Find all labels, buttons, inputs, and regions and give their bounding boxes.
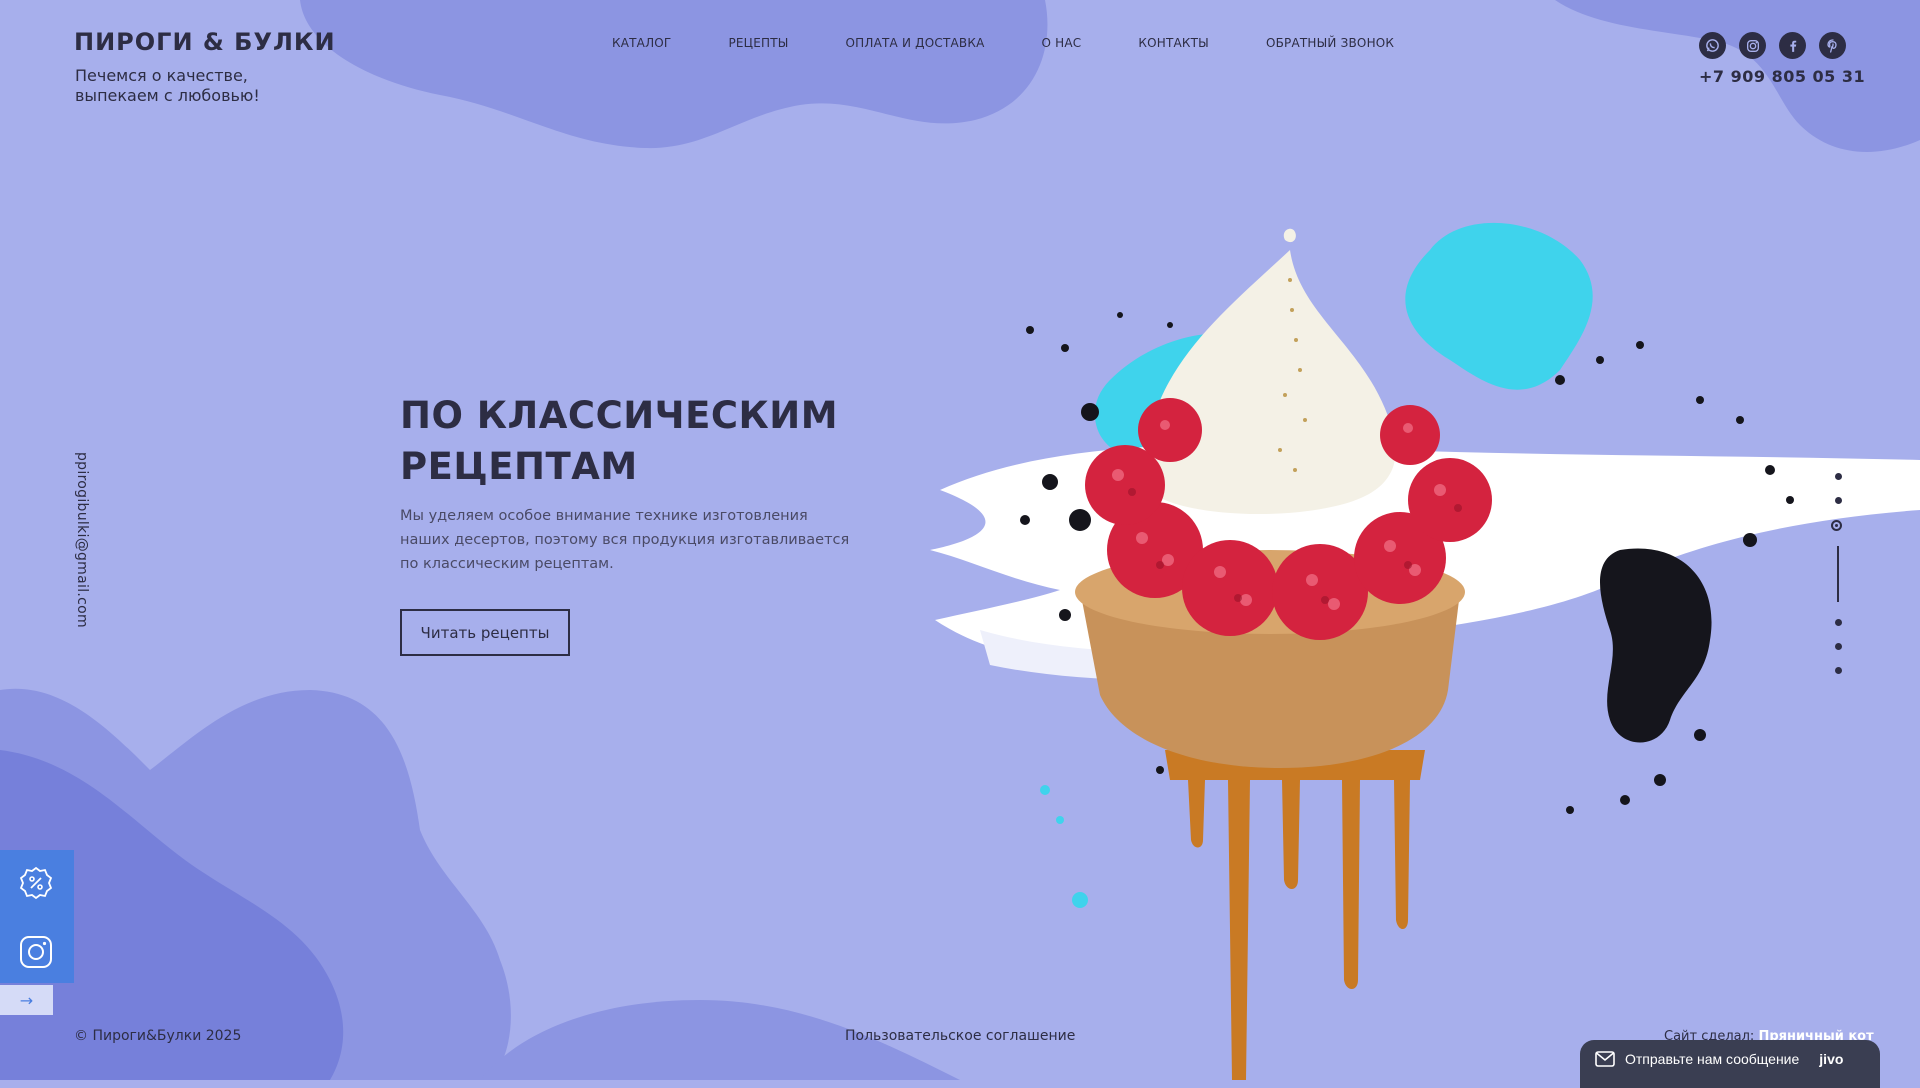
tagline: Печемся о качестве, выпекаем с любовью! <box>75 66 260 105</box>
slider-dot-1[interactable] <box>1835 473 1842 480</box>
instagram-icon[interactable] <box>1739 32 1766 59</box>
nav-contacts[interactable]: КОНТАКТЫ <box>1138 36 1209 50</box>
copyright: © Пироги&Булки 2025 <box>74 1028 242 1044</box>
main-nav: КАТАЛОГ РЕЦЕПТЫ ОПЛАТА И ДОСТАВКА О НАС … <box>612 36 1394 50</box>
whatsapp-icon[interactable] <box>1699 32 1726 59</box>
chat-widget[interactable]: Отправьте нам сообщение jivo <box>1580 1040 1880 1088</box>
logo[interactable]: ПИРОГИ & БУЛКИ <box>74 28 336 56</box>
instagram-icon[interactable] <box>17 933 55 971</box>
side-widget-toggle-arrow-icon[interactable]: → <box>0 985 53 1015</box>
social-links <box>1699 32 1846 59</box>
nav-callback[interactable]: ОБРАТНЫЙ ЗВОНОК <box>1266 36 1394 50</box>
hero-title: ПО КЛАССИЧЕСКИМ РЕЦЕПТАМ <box>400 394 839 488</box>
email-link[interactable]: ppirogibulki@gmail.com <box>74 452 90 628</box>
read-recipes-button[interactable]: Читать рецепты <box>400 609 570 656</box>
nav-catalog[interactable]: КАТАЛОГ <box>612 36 671 50</box>
chat-label: Отправьте нам сообщение <box>1625 1051 1800 1067</box>
pinterest-icon[interactable] <box>1819 32 1846 59</box>
facebook-icon[interactable] <box>1779 32 1806 59</box>
slider-dot-active[interactable] <box>1831 520 1842 531</box>
slider-pagination <box>1831 473 1845 683</box>
raspberry-tart-image <box>930 222 1920 1080</box>
user-agreement-link[interactable]: Пользовательское соглашение <box>845 1028 1075 1044</box>
discount-icon[interactable] <box>17 864 55 902</box>
side-widget <box>0 850 74 983</box>
nav-payment-delivery[interactable]: ОПЛАТА И ДОСТАВКА <box>846 36 985 50</box>
slider-dot-6[interactable] <box>1835 667 1842 674</box>
envelope-icon <box>1595 1051 1615 1067</box>
chat-brand: jivo <box>1819 1051 1844 1067</box>
slider-progress-line <box>1837 546 1839 602</box>
hero-description: Мы уделяем особое внимание технике изгот… <box>400 508 850 572</box>
nav-about[interactable]: О НАС <box>1041 36 1081 50</box>
slider-dot-5[interactable] <box>1835 643 1842 650</box>
nav-recipes[interactable]: РЕЦЕПТЫ <box>728 36 788 50</box>
phone-number[interactable]: +7 909 805 05 31 <box>1699 67 1865 86</box>
slider-dot-2[interactable] <box>1835 497 1842 504</box>
slider-dot-4[interactable] <box>1835 619 1842 626</box>
